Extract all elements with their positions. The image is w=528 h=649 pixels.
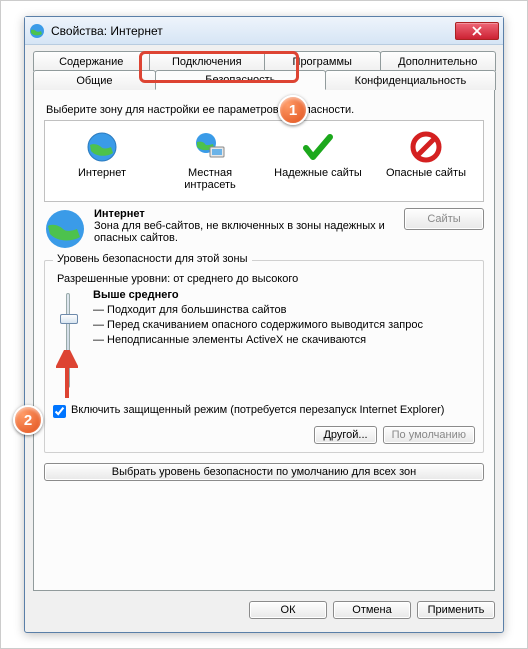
button-label: Сайты [427,213,460,225]
level-detail: — Перед скачиванием опасного содержимого… [93,318,475,333]
globe-large-icon [44,208,86,250]
cancel-button[interactable]: Отмена [333,601,411,619]
zone-prompt: Выберите зону для настройки ее параметро… [46,104,482,116]
zone-list: Интернет Местная интрасеть Надежные сайт… [44,120,484,202]
ok-button[interactable]: ОК [249,601,327,619]
zone-desc-text: Зона для веб-сайтов, не включенных в зон… [94,220,396,244]
tab-programs[interactable]: Программы [264,51,381,71]
button-label: Отмена [352,604,391,616]
zone-label: Интернет [78,167,126,179]
checkmark-icon [302,131,334,163]
reset-all-zones-button[interactable]: Выбрать уровень безопасности по умолчани… [44,463,484,481]
group-title: Уровень безопасности для этой зоны [53,253,252,265]
security-level-slider[interactable] [53,289,83,396]
tab-general[interactable]: Общие [33,70,156,90]
protected-mode-checkbox[interactable] [53,405,66,418]
security-level-group: Уровень безопасности для этой зоны Разре… [44,260,484,453]
dialog-window: Свойства: Интернет Содержание Подключени… [24,16,504,633]
tab-label: Программы [293,56,352,68]
button-label: ОК [281,604,296,616]
window-title: Свойства: Интернет [51,24,455,38]
tab-area: Содержание Подключения Программы Дополни… [25,45,503,591]
level-name: Выше среднего [93,289,475,301]
zone-label: Надежные сайты [274,167,362,179]
titlebar[interactable]: Свойства: Интернет [25,17,503,45]
level-detail: — Неподписанные элементы ActiveX не скач… [93,333,475,348]
forbidden-icon [410,131,442,163]
slider-thumb[interactable] [60,314,78,324]
tab-privacy[interactable]: Конфиденциальность [325,70,496,90]
button-label: Другой... [323,429,367,441]
tab-label: Дополнительно [398,56,477,68]
button-label: Выбрать уровень безопасности по умолчани… [112,466,416,478]
tab-security[interactable]: Безопасность [155,70,326,90]
tab-label: Общие [76,75,112,87]
button-label: Применить [428,604,485,616]
button-label: По умолчанию [392,429,466,441]
protected-mode-label: Включить защищенный режим (потребуется п… [71,404,444,416]
tab-content[interactable]: Содержание [33,51,150,71]
zone-label: Опасные сайты [386,167,466,179]
default-level-button[interactable]: По умолчанию [383,426,475,444]
tab-label: Конфиденциальность [355,75,467,87]
internet-options-icon [29,23,45,39]
protected-mode-row[interactable]: Включить защищенный режим (потребуется п… [53,404,475,418]
sites-button[interactable]: Сайты [404,208,484,230]
apply-button[interactable]: Применить [417,601,495,619]
security-panel: Выберите зону для настройки ее параметро… [33,89,495,591]
custom-level-button[interactable]: Другой... [314,426,376,444]
zone-trusted[interactable]: Надежные сайты [267,129,369,193]
tab-label: Содержание [59,56,123,68]
close-button[interactable] [455,22,499,40]
tab-advanced[interactable]: Дополнительно [380,51,497,71]
tab-label: Подключения [172,56,242,68]
slider-track [66,293,70,388]
allowed-levels: Разрешенные уровни: от среднего до высок… [57,273,475,285]
globe-monitor-icon [194,131,226,163]
zone-internet[interactable]: Интернет [51,129,153,193]
close-icon [472,26,482,36]
level-detail: — Подходит для большинства сайтов [93,303,475,318]
zone-intranet[interactable]: Местная интрасеть [159,129,261,193]
zone-desc-title: Интернет [94,208,396,220]
globe-icon [86,131,118,163]
zone-label: Местная интрасеть [161,167,259,191]
dialog-buttons: ОК Отмена Применить [25,591,503,629]
zone-description-row: Интернет Зона для веб-сайтов, не включен… [44,208,484,250]
zone-restricted[interactable]: Опасные сайты [375,129,477,193]
tab-connections[interactable]: Подключения [149,51,266,71]
tab-label: Безопасность [205,74,275,86]
